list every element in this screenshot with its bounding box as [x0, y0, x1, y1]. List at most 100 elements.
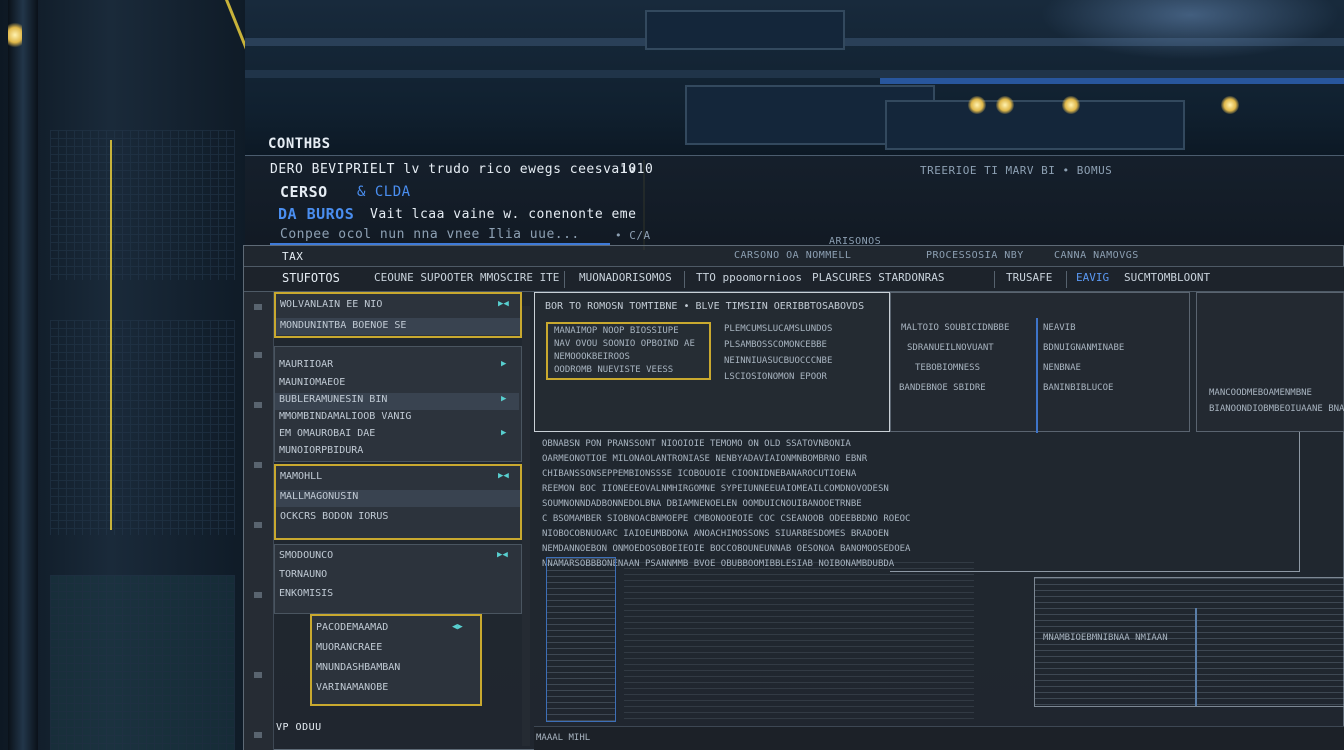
sidebar-group-1[interactable]: WOLVANLAIN EE NIO MONDUNINTBA BOENOE SE …	[274, 292, 522, 338]
ceiling-light	[968, 96, 986, 114]
left-gutter	[244, 292, 274, 750]
yellow-cable	[110, 140, 112, 530]
wall-light	[8, 20, 22, 50]
rack-grid-bottom	[50, 575, 235, 750]
info-line: NEAVIB	[1043, 323, 1076, 333]
inner-line: NEMOOOKBEIROOS	[554, 352, 630, 362]
info-line: BANINBIBLUCOE	[1043, 383, 1114, 393]
sidebar-item[interactable]: SMODOUNCO	[279, 550, 333, 568]
paragraph-line: CHIBANSSONSEPPEMBIONSSSE ICOBOUOIE CIOON…	[542, 469, 857, 479]
gutter-marker	[254, 352, 262, 358]
gutter-marker	[254, 592, 262, 598]
ceiling-light	[996, 96, 1014, 114]
window-title-mid-1: CARSONO OA NOMMELL	[734, 250, 852, 261]
ceiling-light	[1062, 96, 1080, 114]
tab-stufotos[interactable]: STUFOTOS	[282, 271, 340, 285]
inner-line: MANAIMOP NOOP BIOSSIUPE	[554, 326, 679, 336]
sidebar-item[interactable]: MUORANCRAEE	[316, 642, 382, 660]
side-line: LSCIOSIONOMON EPOOR	[724, 372, 827, 382]
expand-arrow-icon[interactable]: ▶◀	[498, 471, 509, 481]
sidebar-item[interactable]: WOLVANLAIN EE NIO	[280, 299, 382, 317]
sidebar-item[interactable]: MMOMBINDAMALIOOB VANIG	[279, 411, 411, 429]
sidebar-item[interactable]: PACODEMAAMAD	[316, 622, 388, 640]
expand-arrow-icon[interactable]: ▶◀	[497, 550, 508, 560]
overlay-line-1-number: 1010	[620, 162, 654, 177]
info-line: BDNUIGNANMINABE	[1043, 343, 1125, 353]
paragraph-line: NIOBOCOBNUOARC IAIOEUMBDONA ANOACHIMOSSO…	[542, 529, 889, 539]
sidebar-footer: VP ODUU	[276, 722, 322, 733]
info-panel: MALTOIO SOUBICIDNBBE SDRANUEILNOVUANT TE…	[890, 292, 1190, 433]
sidebar-item[interactable]: EM OMAUROBAI DAE	[279, 428, 375, 446]
sidebar-group-4[interactable]: SMODOUNCO TORNAUNO ENKOMISIS ▶◀	[274, 544, 522, 614]
sidebar-scrollbar[interactable]	[522, 306, 530, 746]
content-area: BOR TO ROMOSN TOMTIBNE • BLVE TIMSIIN OE…	[534, 292, 1344, 750]
chevron-right-icon[interactable]: ▶	[501, 359, 506, 369]
gutter-marker	[254, 522, 262, 528]
chevron-right-icon[interactable]: ▶	[501, 394, 506, 404]
sidebar-item[interactable]: MUNOIORPBIDURA	[279, 445, 363, 463]
sidebar-item[interactable]: TORNAUNO	[279, 569, 327, 587]
tab-sucmtombloont[interactable]: SUCMTOMBLOONT	[1124, 271, 1210, 284]
tab-plascures[interactable]: PLASCURES STARDONRAS	[812, 271, 944, 284]
sidebar-item[interactable]: BUBLERAMUNESIN BIN	[279, 394, 387, 412]
expand-arrow-icon[interactable]: ▶◀	[498, 299, 509, 309]
overlay-line-2-accent: & CLDA	[357, 184, 411, 200]
data-table: MNAMBIOEBMNIBNAA NMIAAN	[1034, 577, 1344, 707]
inner-line: NAV OVOU SOONIO OPBOIND AE	[554, 339, 695, 349]
tab-ceoune[interactable]: CEOUNE SUPOOTER MMOSCIRE ITE	[374, 271, 559, 284]
gutter-marker	[254, 402, 262, 408]
ceiling-panel	[645, 10, 845, 50]
overlay-heading: CONTHBS	[268, 136, 331, 152]
window-title-right: CANNA NAMOVGS	[1054, 250, 1139, 261]
expand-arrow-icon[interactable]: ◀▶	[452, 622, 463, 632]
overlay-line-1-right: TREERIOE TI MARV BI • BOMUS	[920, 164, 1113, 177]
detail-panel-title: BOR TO ROMOSN TOMTIBNE • BLVE TIMSIIN OE…	[545, 301, 865, 312]
blue-divider	[1036, 318, 1038, 433]
window-title-mid-3: PROCESSOSIA NBY	[926, 250, 1024, 261]
overlay-line-4: Conpee ocol nun nna vnee Ilia uue...	[280, 227, 580, 242]
paragraph-line: C BSOMAMBER SIOBNOACBNMOEPE CMBONOOEOIE …	[542, 514, 911, 524]
gutter-marker	[254, 732, 262, 738]
data-stream	[624, 562, 974, 722]
overlay-header-bar: DERO BEVIPRIELT lv trudo rico ewegs cees…	[245, 155, 1344, 245]
side-line: PLEMCUMSLUCAMSLUNDOS	[724, 324, 833, 334]
sidebar-group-2[interactable]: MAURIIOAR MAUNIOMAEOE BUBLERAMUNESIN BIN…	[274, 346, 522, 462]
status-label: MAAAL MIHL	[536, 733, 591, 743]
overlay-line-3-label: DA BUROS	[278, 205, 355, 223]
rack-pillar	[8, 0, 38, 750]
sidebar-item[interactable]: MONDUNINTBA BOENOE SE	[280, 320, 406, 338]
outline-frame	[890, 432, 1300, 572]
tab-trusafe[interactable]: TRUSAFE	[1006, 271, 1052, 284]
gutter-marker	[254, 304, 262, 310]
sidebar-item[interactable]: MALLMAGONUSIN	[280, 491, 358, 509]
paragraph-line: NEMDANNOEBON ONMOEDOSOBOEIEOIE BOCCOBOUN…	[542, 544, 911, 554]
ceiling-panel	[885, 100, 1185, 150]
inner-line: OODROMB NUEVISTE VEESS	[554, 365, 674, 375]
sidebar-item[interactable]: ENKOMISIS	[279, 588, 333, 606]
rack-grid-middle	[50, 320, 235, 535]
sidebar-item[interactable]: VARINAMANOBE	[316, 682, 388, 700]
ceiling-light	[1221, 96, 1239, 114]
tab-eavig[interactable]: EAVIG	[1076, 271, 1109, 284]
server-rack-left	[0, 0, 245, 750]
chevron-right-icon[interactable]: ▶	[501, 428, 506, 438]
tab-muonadori[interactable]: MUONADORISOMOS	[579, 271, 672, 284]
sidebar-group-5[interactable]: PACODEMAAMAD MUORANCRAEE MNUNDASHBAMBAN …	[310, 614, 482, 706]
right-panel: MANCOODMEBOAMENMBNE BIANOONDIOBMBEOIUAAN…	[1196, 292, 1344, 432]
sidebar-item[interactable]: OCKCRS BODON IORUS	[280, 511, 388, 529]
sidebar-item[interactable]: MAMOHLL	[280, 471, 322, 489]
blue-light-strip	[880, 78, 1344, 84]
inner-highlight-box[interactable]: MANAIMOP NOOP BIOSSIUPE NAV OVOU SOONIO …	[546, 322, 711, 380]
paragraph-line: SOUMNONNDADBONNEDOLBNA DBIAMNENOELEN OOM…	[542, 499, 862, 509]
overlay-line-4-tag: • C/A	[615, 229, 651, 242]
info-line: MALTOIO SOUBICIDNBBE	[901, 323, 1010, 333]
table-divider	[1195, 608, 1197, 706]
sidebar-group-3[interactable]: MAMOHLL MALLMAGONUSIN OCKCRS BODON IORUS…	[274, 464, 522, 540]
right-panel-line: MANCOODMEBOAMENMBNE	[1209, 388, 1312, 398]
sidebar-item[interactable]: MNUNDASHBAMBAN	[316, 662, 400, 680]
sidebar-item[interactable]: MAURIIOAR	[279, 359, 333, 377]
tab-separator	[1066, 271, 1067, 288]
info-line: BANDEBNOE SBIDRE	[899, 383, 986, 393]
main-window: TAX CARSONO OA NOMMELL ARISONOS PROCESSO…	[243, 236, 1344, 750]
tab-tto[interactable]: TTO ppoomornioos	[696, 271, 802, 284]
